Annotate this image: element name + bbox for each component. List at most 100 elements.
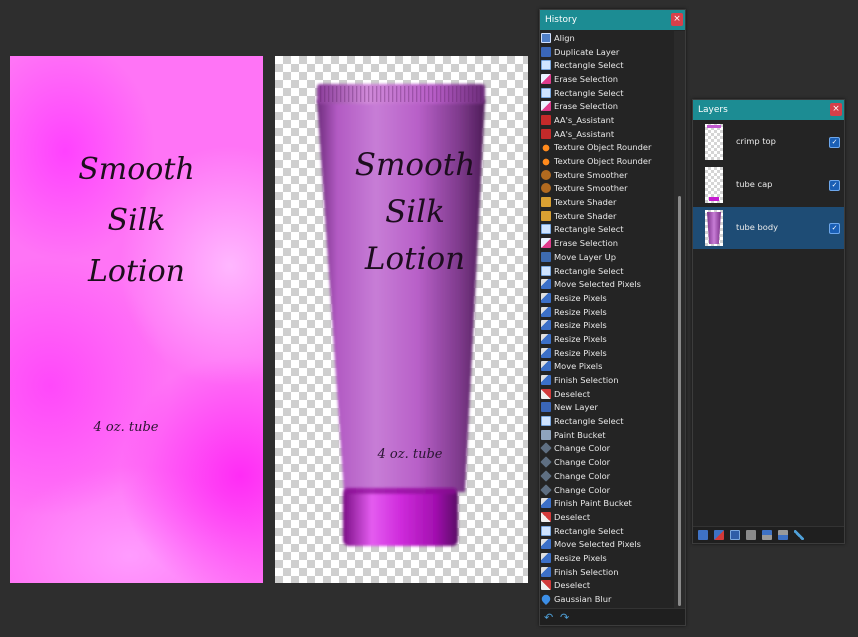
arrow-icon [541,333,551,344]
move-layer-down-icon[interactable] [778,530,788,540]
history-list[interactable]: Align Duplicate Layer Rectangle Select Eras… [540,31,673,609]
history-item[interactable]: Resize Pixels [540,291,673,305]
history-item[interactable]: Rectangle Select [540,524,673,538]
crimp-ridge [408,86,410,102]
layer-visibility-checkbox[interactable]: ✓ [829,223,840,234]
history-item[interactable]: Deselect [540,579,673,593]
crimp-ridge [412,86,414,102]
crimp-ridge [328,86,330,102]
history-item[interactable]: Rectangle Select [540,58,673,72]
deselect-icon [541,580,551,591]
duplicate-layer-icon[interactable] [730,530,740,540]
history-item[interactable]: Finish Selection [540,565,673,579]
arrow-icon [541,552,551,563]
history-item[interactable]: Texture Object Rounder [540,154,673,168]
history-item[interactable]: Gaussian Blur [540,592,673,606]
history-item-label: Finish Selection [554,566,619,577]
history-scrollbar[interactable] [674,31,685,609]
history-item-label: Rectangle Select [554,60,624,71]
layer-row-tube-body[interactable]: tube body ✓ [693,207,844,249]
history-item[interactable]: Resize Pixels [540,346,673,360]
history-item[interactable]: Erase Selection [540,99,673,113]
history-item[interactable]: Finish Selection [540,373,673,387]
arrow-icon [541,320,551,331]
layers-close-button[interactable]: × [830,103,842,116]
delete-layer-icon[interactable] [714,530,724,540]
layer-thumbnail [705,167,723,203]
history-item[interactable]: Rectangle Select [540,414,673,428]
add-layer-icon[interactable] [698,530,708,540]
crimp-ridge [376,86,378,102]
history-item-label: AA's_Assistant [554,128,615,139]
history-item[interactable]: AA's_Assistant [540,113,673,127]
history-item[interactable]: Erase Selection [540,236,673,250]
history-item[interactable]: Erase Selection [540,72,673,86]
crimp-ridge [388,86,390,102]
history-item-label: Rectangle Select [554,87,624,98]
layer-visibility-checkbox[interactable]: ✓ [829,180,840,191]
history-item[interactable]: Rectangle Select [540,86,673,100]
layer-row-crimp-top[interactable]: crimp top ✓ [693,121,844,163]
history-header: History × [540,10,685,30]
layers-title: Layers [698,105,728,115]
layers-header: Layers × [693,100,844,120]
layer-row-tube-cap[interactable]: tube cap ✓ [693,164,844,206]
history-item[interactable]: Texture Shader [540,195,673,209]
crimp-ridge [472,86,474,102]
history-item[interactable]: Move Selected Pixels [540,277,673,291]
history-item[interactable]: Texture Smoother [540,182,673,196]
history-item[interactable]: Resize Pixels [540,551,673,565]
history-item[interactable]: Change Color [540,455,673,469]
erase-icon [541,238,551,249]
history-item-label: Gaussian Blur [554,594,612,605]
history-item[interactable]: Texture Shader [540,209,673,223]
new-icon [541,402,551,413]
history-item[interactable]: Resize Pixels [540,332,673,346]
history-close-button[interactable]: × [671,13,683,26]
history-item[interactable]: Resize Pixels [540,305,673,319]
history-item[interactable]: Finish Paint Bucket [540,496,673,510]
history-item[interactable]: Duplicate Layer [540,45,673,59]
history-item-label: Erase Selection [554,101,619,112]
label-canvas[interactable]: Smooth Silk Lotion 4 oz. tube [10,56,263,583]
history-item[interactable]: Move Layer Up [540,250,673,264]
history-item[interactable]: Change Color [540,469,673,483]
history-item[interactable]: Align [540,31,673,45]
history-scrollbar-thumb[interactable] [678,196,681,606]
layer-visibility-checkbox[interactable]: ✓ [829,137,840,148]
crimp-ridge [432,86,434,102]
history-item-label: Resize Pixels [554,292,607,303]
crimp-ridge [420,86,422,102]
history-item[interactable]: Paint Bucket [540,428,673,442]
redo-icon[interactable]: ↷ [560,611,569,624]
history-item[interactable]: Deselect [540,387,673,401]
aa-icon [541,114,551,125]
bucket-icon [541,429,551,440]
history-item[interactable]: Texture Object Rounder [540,141,673,155]
crimp-ridge [380,86,382,102]
history-item[interactable]: Rectangle Select [540,223,673,237]
tube-canvas[interactable]: Smooth Silk Lotion 4 oz. tube [275,56,528,583]
tube-render [317,84,485,546]
arrow-icon [541,347,551,358]
undo-icon[interactable]: ↶ [544,611,553,624]
history-item[interactable]: Move Pixels [540,360,673,374]
layer-properties-icon[interactable] [794,530,804,540]
history-item[interactable]: Rectangle Select [540,264,673,278]
history-item[interactable]: Resize Pixels [540,318,673,332]
history-item[interactable]: Texture Smoother [540,168,673,182]
history-item-label: Texture Object Rounder [554,142,652,153]
crimp-ridge [424,86,426,102]
arrow-icon [541,498,551,509]
history-item[interactable]: New Layer [540,401,673,415]
arrow-icon [541,539,551,550]
history-item[interactable]: AA's_Assistant [540,127,673,141]
history-item-label: Finish Paint Bucket [554,498,632,509]
merge-layer-icon[interactable] [746,530,756,540]
history-item-label: Paint Bucket [554,429,606,440]
history-item[interactable]: Change Color [540,442,673,456]
history-item[interactable]: Deselect [540,510,673,524]
history-item[interactable]: Change Color [540,483,673,497]
history-item[interactable]: Move Selected Pixels [540,537,673,551]
move-layer-up-icon[interactable] [762,530,772,540]
